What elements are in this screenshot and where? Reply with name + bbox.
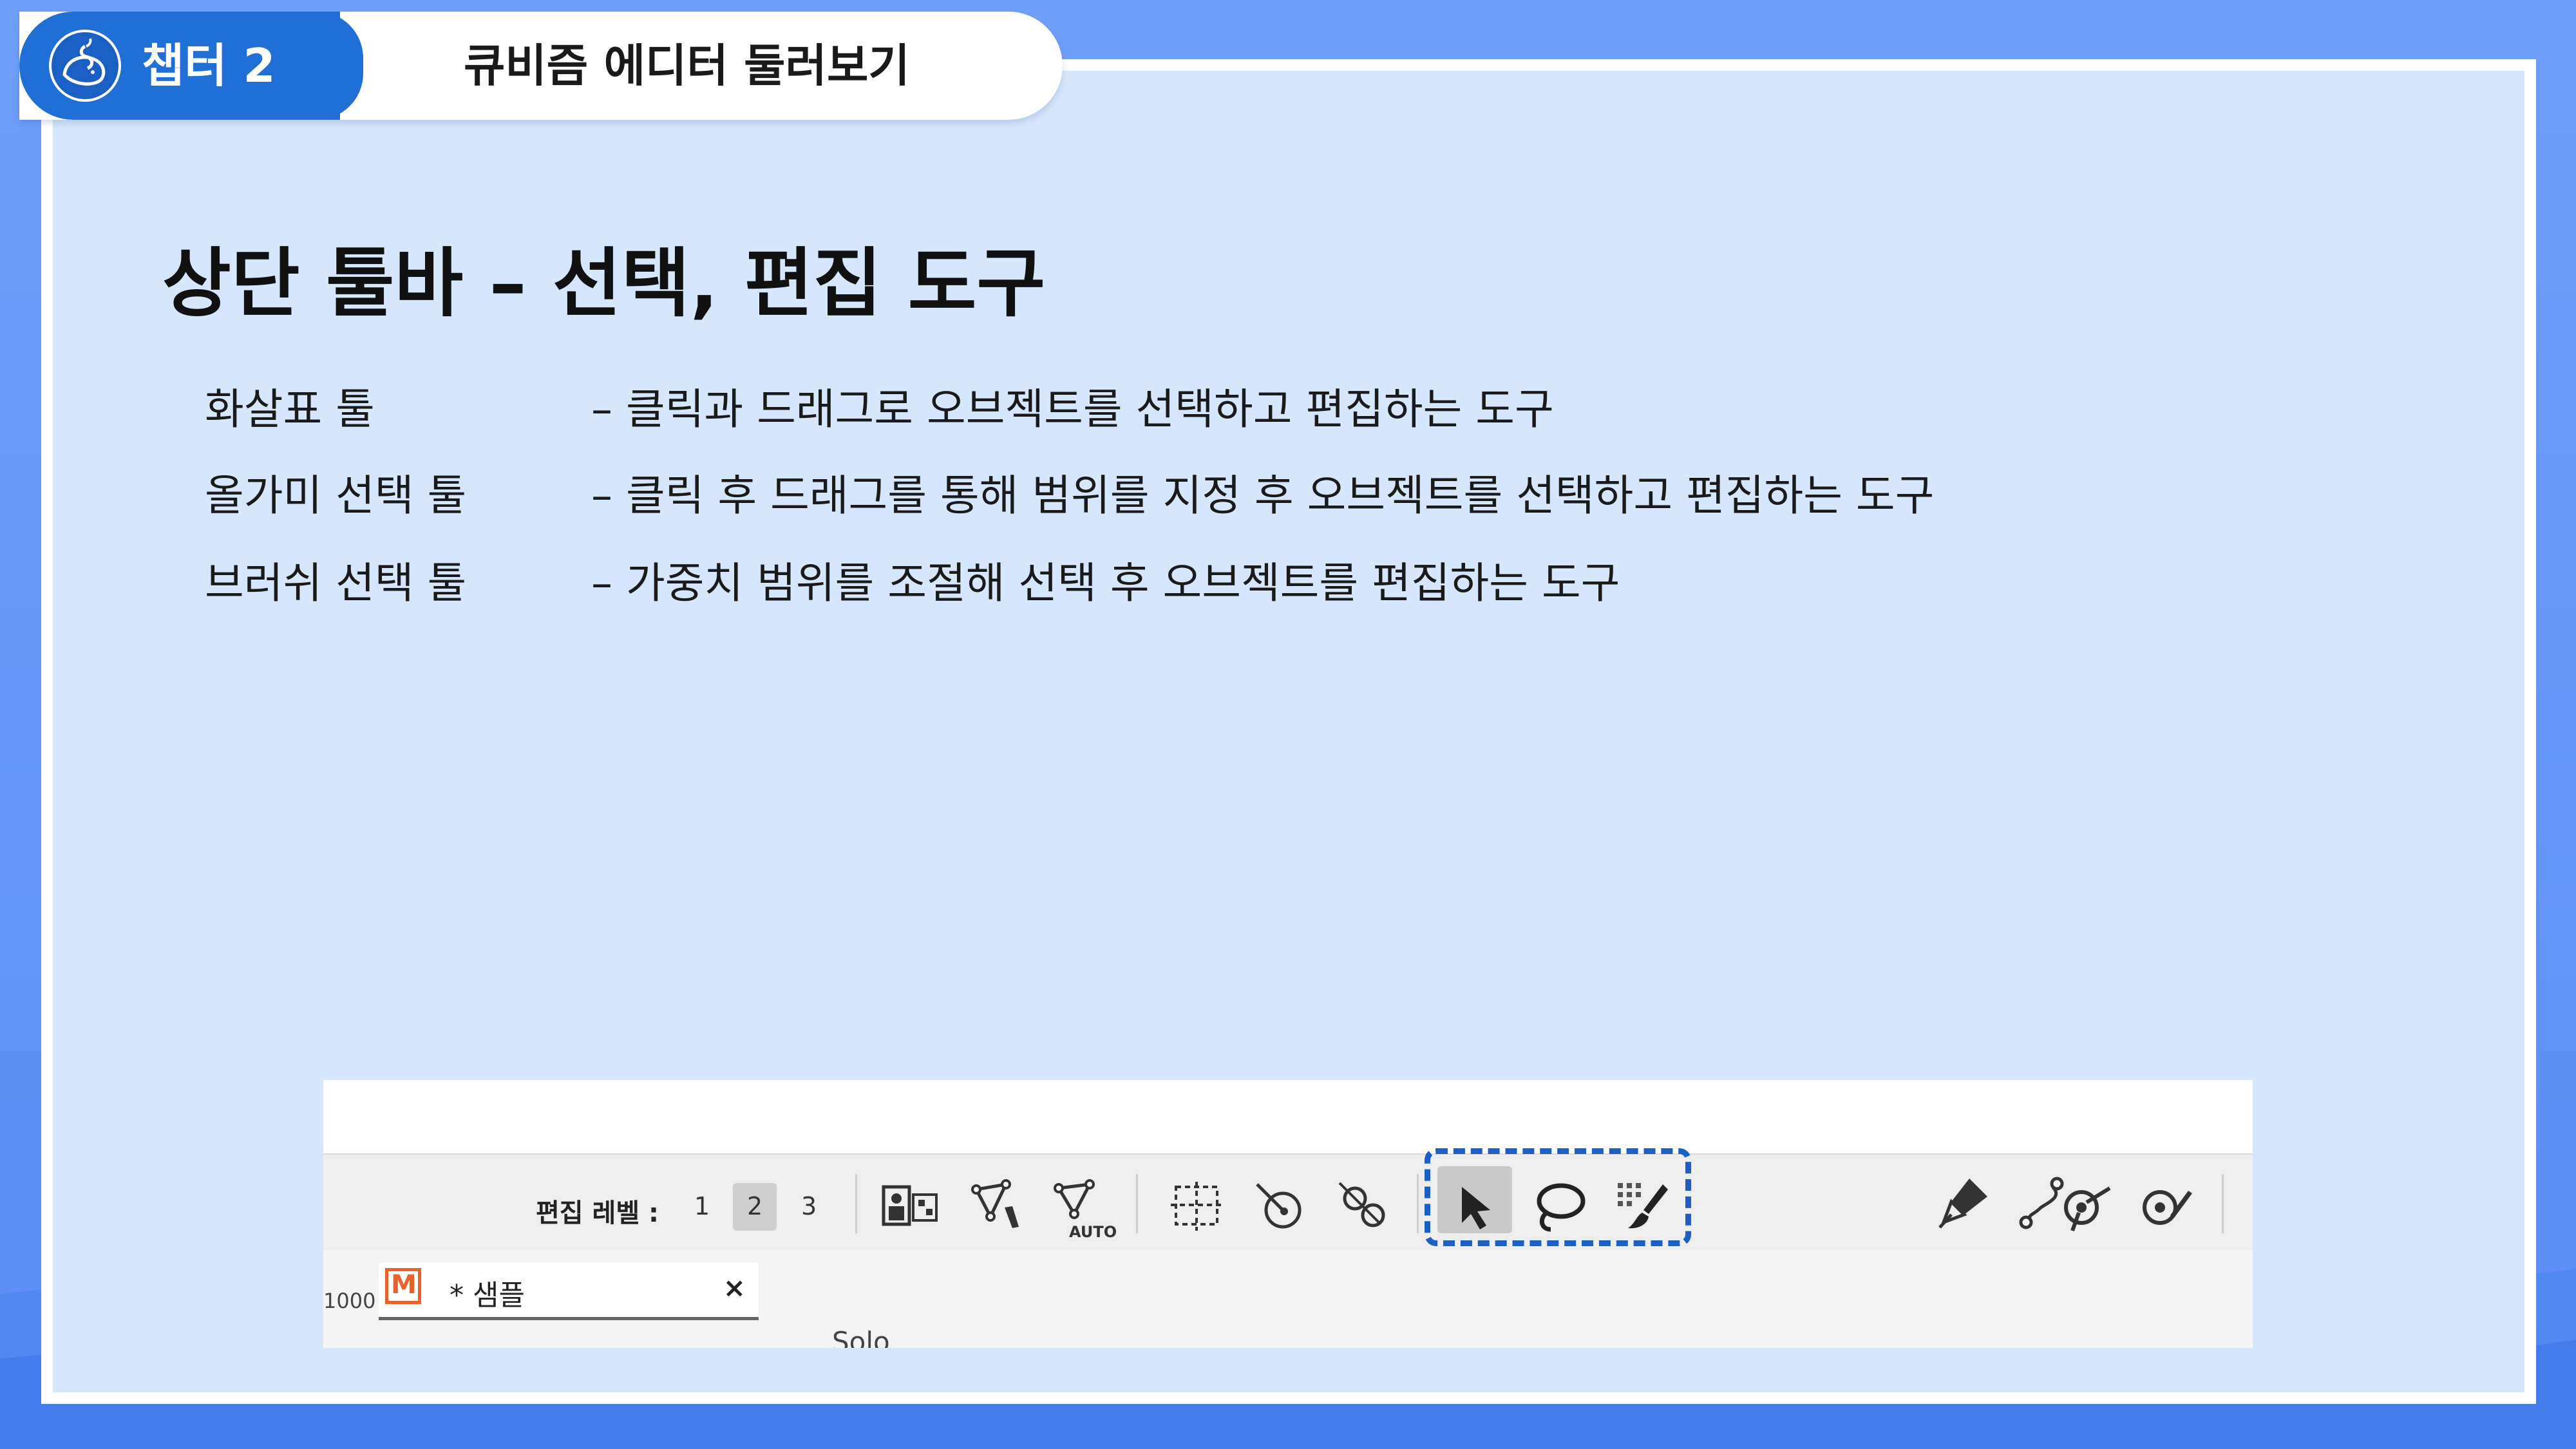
edit-level-1[interactable]: 1 [694,1192,710,1220]
pen-tool-icon[interactable] [1932,1172,1994,1234]
chapter-title: 큐비즘 에디터 둘러보기 [464,39,910,92]
path-tool-icon[interactable] [2012,1172,2074,1234]
bone-brush-icon[interactable] [2134,1175,2196,1237]
close-icon[interactable]: × [723,1272,746,1303]
mesh-edit-icon[interactable] [967,1175,1029,1237]
edit-level-3[interactable]: 3 [801,1192,817,1220]
glue-icon[interactable] [1333,1175,1395,1237]
ruler-value: 1000 [323,1289,376,1313]
whale-logo-icon [49,30,121,102]
model-file-icon: M [385,1268,421,1304]
toolbar-divider [855,1174,857,1233]
deformer-icon[interactable] [880,1175,942,1237]
edit-level-label: 편집 레벨 : [536,1198,659,1228]
selection-tools-highlight [1425,1148,1691,1246]
tool-name: 화살표 툴 [205,384,375,434]
toolbar-divider [2222,1174,2224,1233]
page-title: 상단 툴바 – 선택, 편집 도구 [162,240,1046,327]
tool-description: – 가중치 범위를 조절해 선택 후 오브젝트를 편집하는 도구 [591,558,1620,608]
toolbar-divider [1417,1174,1419,1233]
tool-name: 올가미 선택 툴 [205,471,467,520]
tool-description: – 클릭과 드래그로 오브젝트를 선택하고 편집하는 도구 [591,384,1554,434]
toolbar-divider [1136,1174,1138,1233]
grid-select-icon[interactable] [1167,1175,1229,1237]
rotate-pin-icon[interactable] [1251,1175,1312,1237]
solo-label[interactable]: Solo [832,1326,890,1348]
auto-label: AUTO [1069,1223,1117,1241]
tool-description: – 클릭 후 드래그를 통해 범위를 지정 후 오브젝트를 선택하고 편집하는 … [591,471,1935,520]
tool-name: 브러쉬 선택 툴 [205,558,467,608]
edit-level-2[interactable]: 2 [747,1192,762,1220]
document-tab[interactable]: M * 샘플 × [379,1263,759,1320]
chapter-label: 챕터 2 [142,39,276,93]
editor-lower-area: 1000 M * 샘플 × Solo [323,1250,2253,1348]
chapter-badge: 챕터 2 [19,12,363,120]
document-tab-label: * 샘플 [450,1279,525,1312]
